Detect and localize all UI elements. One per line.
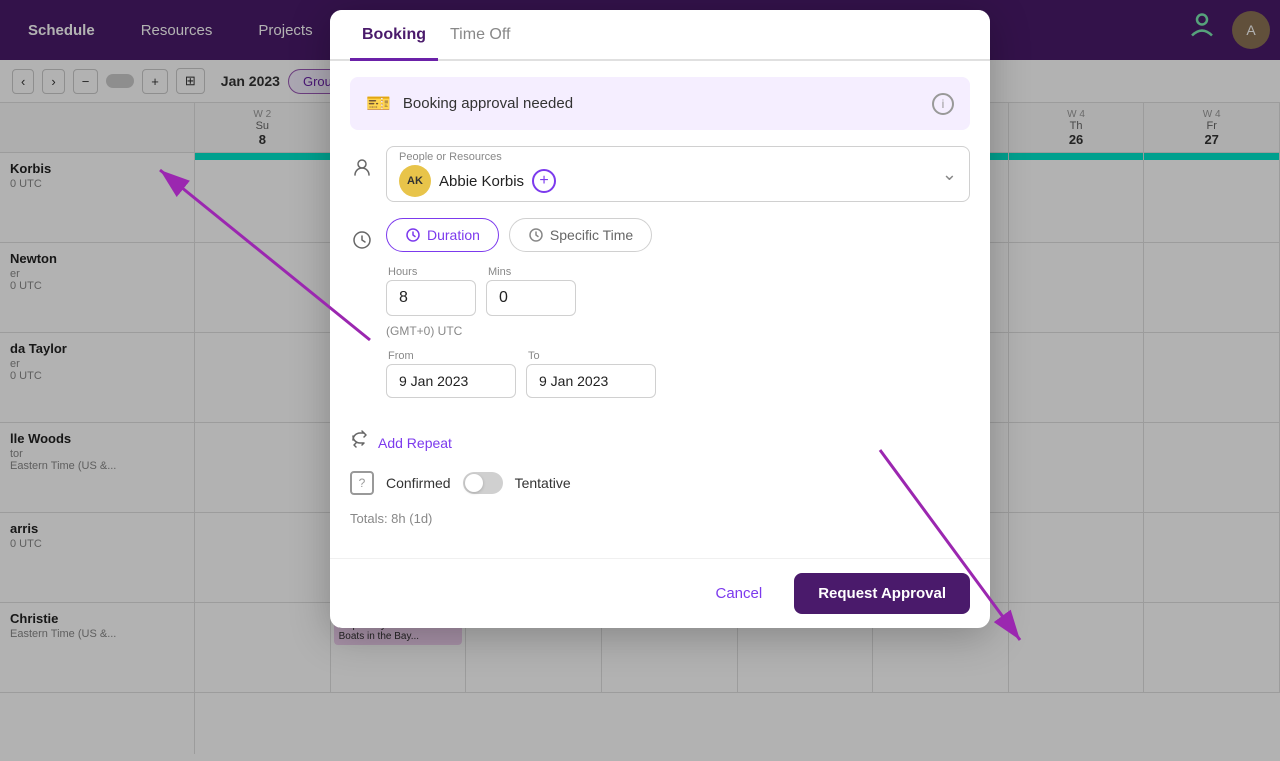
tentative-toggle[interactable]	[463, 472, 503, 494]
info-icon[interactable]: i	[932, 93, 954, 115]
people-inner: AK Abbie Korbis +	[399, 165, 556, 197]
hours-label: Hours	[386, 266, 476, 278]
person-icon	[350, 156, 374, 180]
clock-icon	[350, 228, 374, 252]
request-approval-button[interactable]: Request Approval	[794, 573, 970, 614]
to-group: To 9 Jan 2023	[526, 350, 656, 398]
tentative-label: Tentative	[515, 475, 571, 491]
add-person-button[interactable]: +	[532, 169, 556, 193]
tab-booking[interactable]: Booking	[350, 10, 438, 61]
mins-input[interactable]	[486, 280, 576, 316]
mins-group: Mins	[486, 266, 576, 316]
person-avatar: AK	[399, 165, 431, 197]
people-section: People or Resources AK Abbie Korbis + ⌄	[350, 146, 970, 202]
timezone-label: (GMT+0) UTC	[386, 324, 970, 338]
mins-label: Mins	[486, 266, 576, 278]
confirm-row: ? Confirmed Tentative	[350, 471, 970, 495]
ticket-icon: 🎫	[366, 91, 391, 116]
tab-time-off[interactable]: Time Off	[438, 10, 522, 61]
specific-time-button[interactable]: Specific Time	[509, 218, 652, 252]
add-repeat-button[interactable]: Add Repeat	[378, 435, 452, 451]
modal-tabs: Booking Time Off	[330, 10, 990, 61]
from-date-field[interactable]: 9 Jan 2023	[386, 364, 516, 398]
time-content: Duration Specific Time Hours	[386, 218, 970, 414]
hours-input[interactable]	[386, 280, 476, 316]
people-selector[interactable]: People or Resources AK Abbie Korbis + ⌄	[386, 146, 970, 202]
to-label: To	[526, 350, 656, 362]
approval-banner: 🎫 Booking approval needed i	[350, 77, 970, 130]
people-content: People or Resources AK Abbie Korbis + ⌄	[386, 146, 970, 202]
modal-body: 🎫 Booking approval needed i People or Re…	[330, 61, 990, 558]
approval-banner-text: Booking approval needed	[403, 95, 920, 112]
hours-row: Hours Mins	[386, 266, 970, 316]
person-name: Abbie Korbis	[439, 173, 524, 190]
date-row: From 9 Jan 2023 To 9 Jan 2023	[386, 350, 970, 398]
time-section: Duration Specific Time Hours	[350, 218, 970, 414]
toggle-knob	[465, 474, 483, 492]
people-label: People or Resources	[399, 151, 556, 163]
duration-label: Duration	[427, 227, 480, 243]
repeat-icon	[350, 430, 370, 455]
confirmed-label: Confirmed	[386, 475, 451, 491]
from-group: From 9 Jan 2023	[386, 350, 516, 398]
to-date-field[interactable]: 9 Jan 2023	[526, 364, 656, 398]
cancel-button[interactable]: Cancel	[699, 577, 778, 610]
time-type-row: Duration Specific Time	[386, 218, 970, 252]
totals-label: Totals: 8h (1d)	[350, 511, 970, 526]
chevron-down-icon[interactable]: ⌄	[942, 164, 957, 185]
confirm-status-icon[interactable]: ?	[350, 471, 374, 495]
specific-time-label: Specific Time	[550, 227, 633, 243]
modal-footer: Cancel Request Approval	[330, 558, 990, 628]
hours-group: Hours	[386, 266, 476, 316]
add-repeat-row[interactable]: Add Repeat	[350, 430, 970, 455]
duration-button[interactable]: Duration	[386, 218, 499, 252]
from-label: From	[386, 350, 516, 362]
booking-modal: Booking Time Off 🎫 Booking approval need…	[330, 10, 990, 628]
